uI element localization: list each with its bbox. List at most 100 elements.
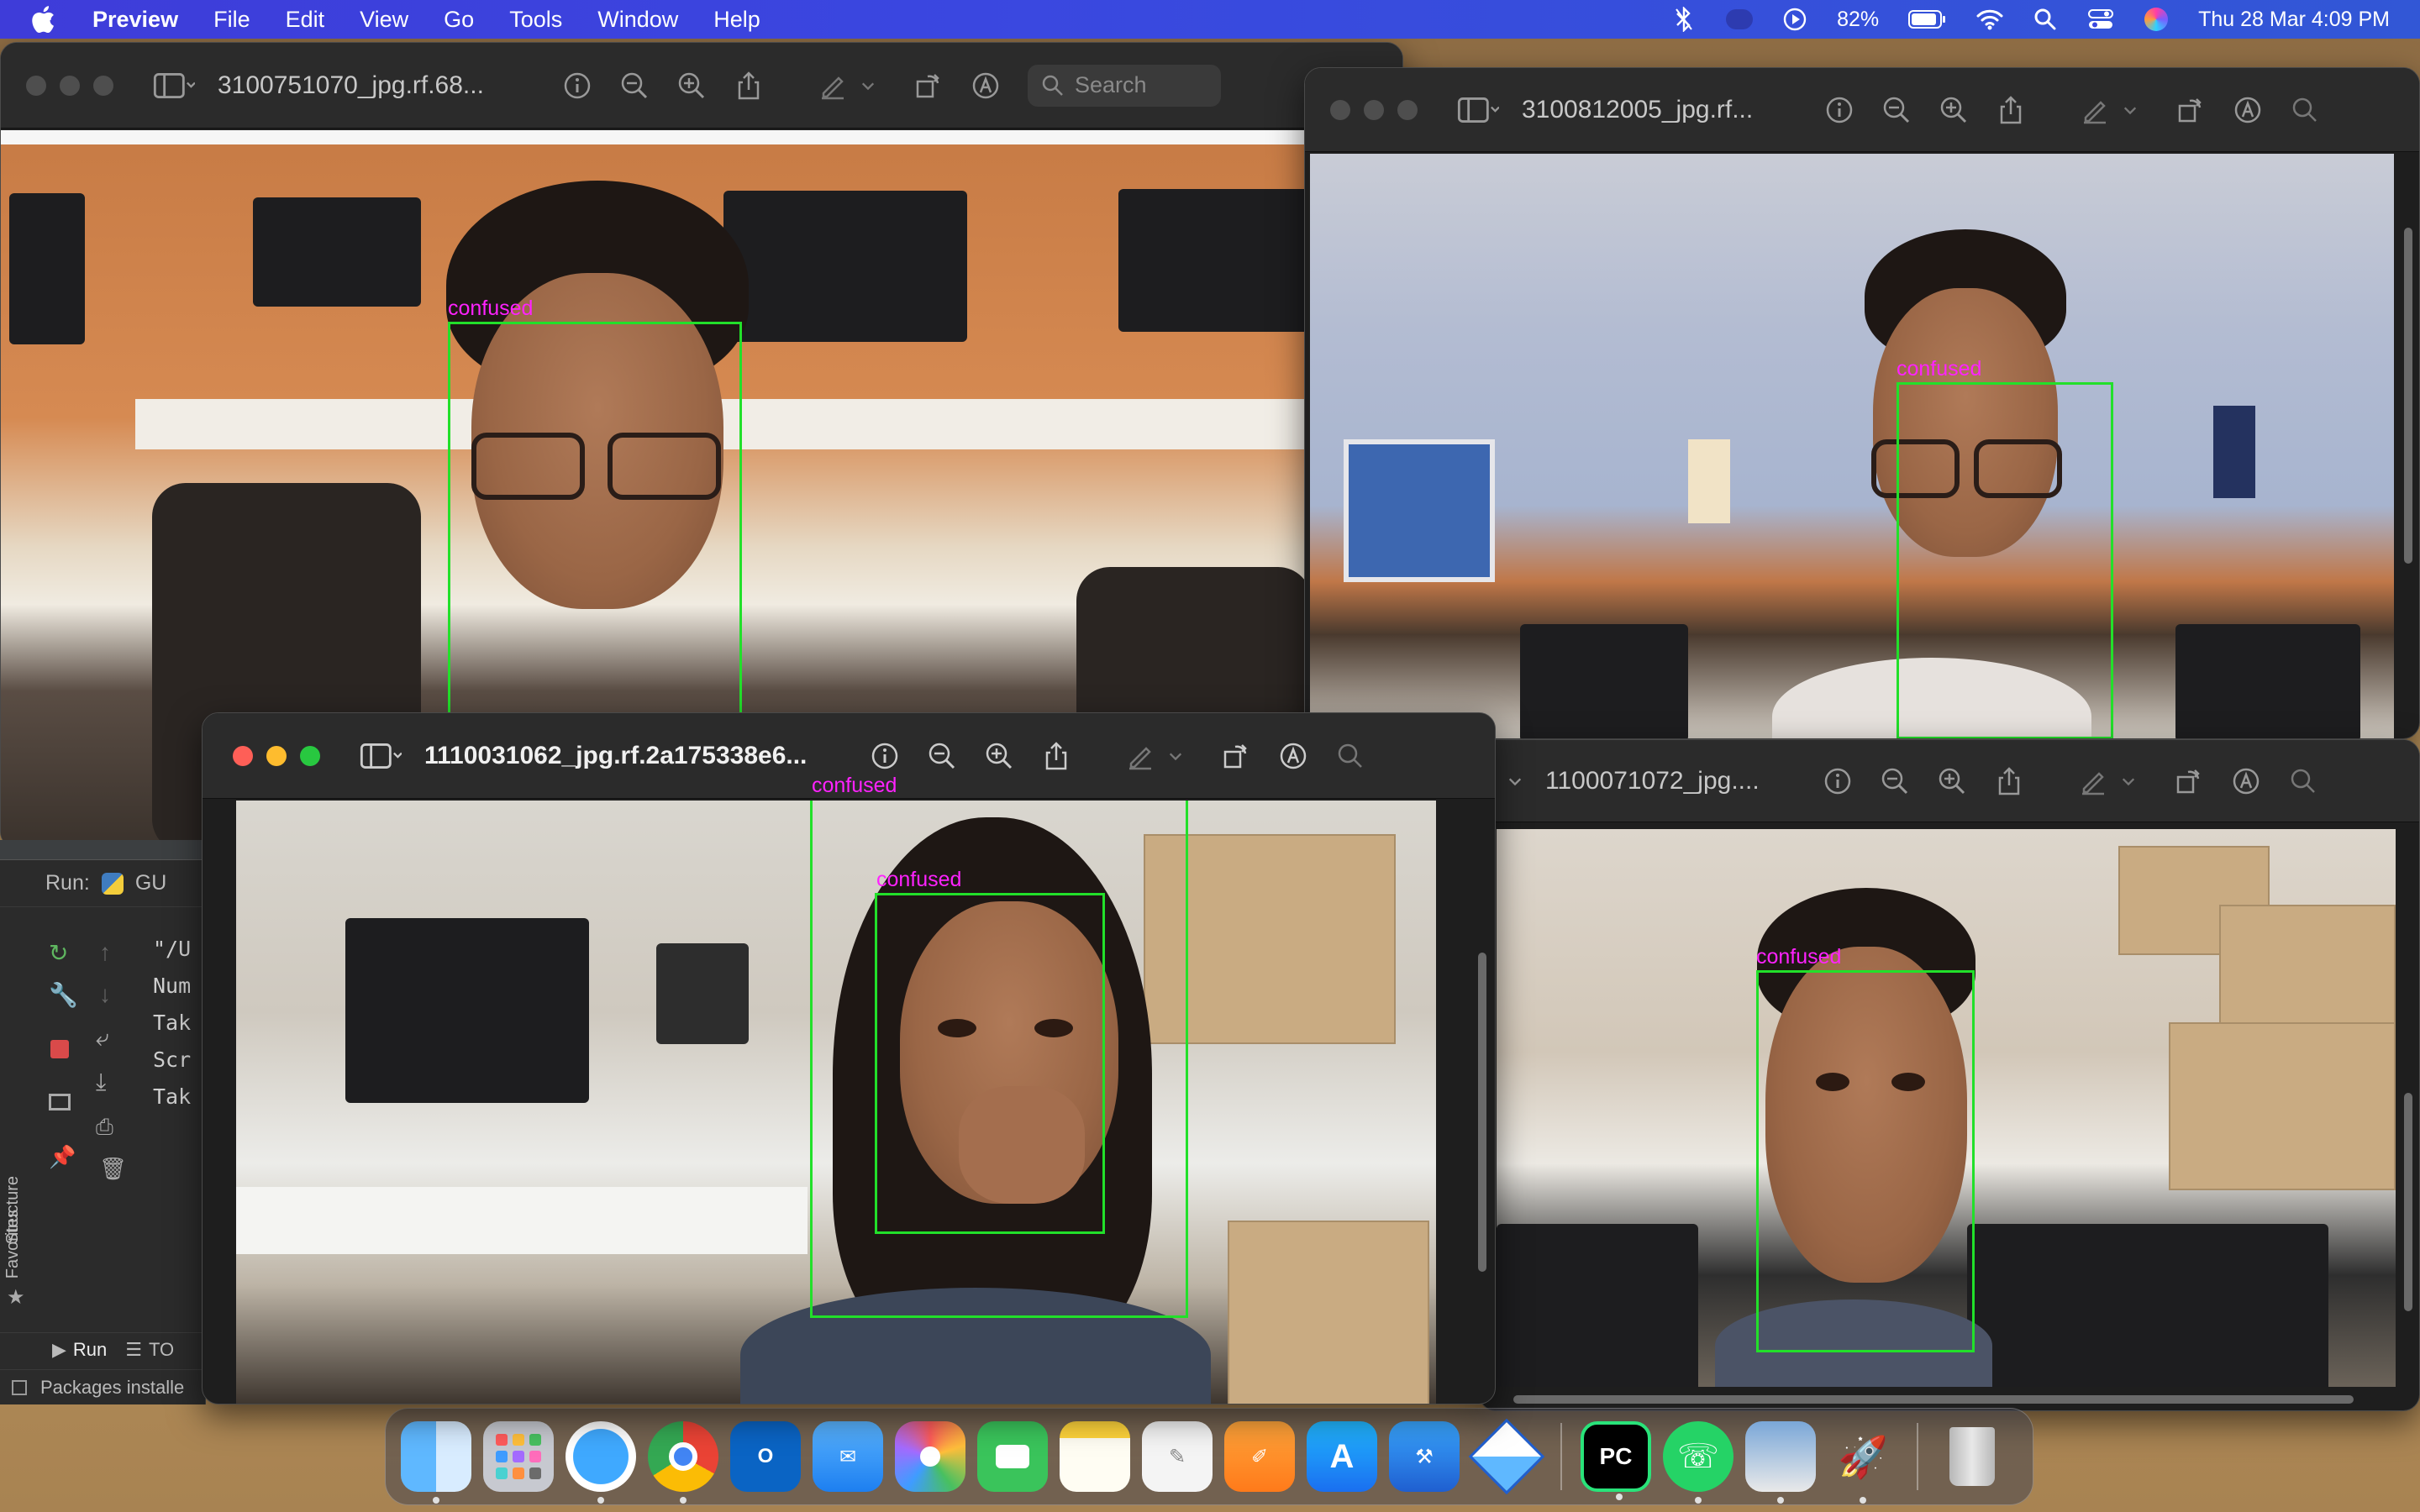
chevron-down-icon[interactable]: [1505, 764, 1525, 798]
info-icon[interactable]: [868, 739, 902, 773]
rotate-icon[interactable]: [912, 69, 945, 102]
soft-wrap-icon[interactable]: ⤶: [96, 1025, 109, 1053]
finder-icon[interactable]: [401, 1421, 471, 1504]
close-button[interactable]: [233, 745, 253, 766]
layout-icon[interactable]: [49, 1094, 71, 1110]
stop-icon[interactable]: [50, 1040, 69, 1058]
zoom-button[interactable]: [93, 75, 113, 96]
menu-go[interactable]: Go: [444, 7, 474, 33]
window-4-titlebar[interactable]: 1100071072_jpg....: [1480, 740, 2419, 822]
wifi-icon[interactable]: [1976, 6, 2003, 33]
launchpad-icon[interactable]: [483, 1421, 554, 1492]
media-play-icon[interactable]: [1781, 6, 1808, 33]
focus-moon-icon[interactable]: [1726, 6, 1754, 33]
markup-pen-icon[interactable]: [816, 69, 850, 102]
sidebar-toggle-icon[interactable]: [150, 69, 197, 102]
pycharm-icon[interactable]: PC: [1581, 1421, 1651, 1500]
chevron-down-icon[interactable]: [2118, 764, 2139, 798]
scroll-to-end-icon[interactable]: ⤓: [96, 1068, 106, 1096]
zoom-out-icon[interactable]: [1878, 764, 1912, 798]
annotate-icon[interactable]: [2229, 764, 2263, 798]
wrench-icon[interactable]: 🔧: [49, 981, 78, 1009]
minimize-button[interactable]: [60, 75, 80, 96]
safari-icon[interactable]: [566, 1421, 636, 1504]
rerun-icon[interactable]: ↻: [49, 939, 68, 967]
apple-menu-icon[interactable]: [30, 5, 64, 34]
photos-icon[interactable]: [895, 1421, 965, 1492]
rotate-icon[interactable]: [2174, 93, 2207, 127]
control-center-icon[interactable]: [2087, 6, 2114, 33]
spotlight-search-icon[interactable]: [2032, 6, 2059, 33]
menu-view[interactable]: View: [360, 7, 408, 33]
siri-icon[interactable]: [2143, 6, 2170, 33]
vertical-scrollbar[interactable]: [2404, 228, 2412, 564]
info-icon[interactable]: [1821, 764, 1854, 798]
sidebar-toggle-icon[interactable]: [1455, 93, 1502, 127]
search-icon[interactable]: [2288, 93, 2322, 127]
close-button[interactable]: [26, 75, 46, 96]
zoom-in-icon[interactable]: [1937, 93, 1970, 127]
print-icon[interactable]: ⎙: [96, 1114, 113, 1141]
search-input[interactable]: [1075, 72, 1201, 98]
chrome-icon[interactable]: [648, 1421, 718, 1504]
zoom-in-icon[interactable]: [675, 69, 708, 102]
share-icon[interactable]: [732, 69, 765, 102]
annotate-icon[interactable]: [2231, 93, 2265, 127]
markup-pen-icon[interactable]: [1123, 739, 1157, 773]
bottom-tab-run[interactable]: Run: [73, 1339, 107, 1361]
menu-tools[interactable]: Tools: [509, 7, 562, 33]
menu-app-preview[interactable]: Preview: [92, 7, 178, 33]
mail-icon[interactable]: ✉: [813, 1421, 883, 1492]
minimize-button[interactable]: [1364, 99, 1384, 120]
zoom-in-icon[interactable]: [982, 739, 1016, 773]
zoom-out-icon[interactable]: [618, 69, 651, 102]
notes-icon[interactable]: [1060, 1421, 1130, 1492]
chevron-down-icon[interactable]: [2120, 93, 2140, 127]
menu-file[interactable]: File: [213, 7, 250, 33]
window-1-titlebar[interactable]: 3100751070_jpg.rf.68...: [1, 43, 1402, 129]
minimize-button[interactable]: [266, 745, 287, 766]
run-config-name[interactable]: GU: [135, 871, 167, 895]
chevron-down-icon[interactable]: [858, 69, 878, 102]
info-icon[interactable]: [1823, 93, 1856, 127]
bottom-tab-todo[interactable]: TO: [149, 1339, 174, 1361]
battery-icon[interactable]: [1907, 6, 1948, 33]
rotate-icon[interactable]: [1219, 739, 1253, 773]
markup-pen-icon[interactable]: [2078, 93, 2112, 127]
search-icon[interactable]: [2286, 764, 2320, 798]
share-icon[interactable]: [1992, 764, 2026, 798]
outlook-icon[interactable]: O: [730, 1421, 801, 1492]
vertical-scrollbar[interactable]: [2404, 1093, 2412, 1311]
pages-icon[interactable]: ✐: [1224, 1421, 1295, 1492]
xcode-icon[interactable]: ⚒: [1389, 1421, 1460, 1492]
annotate-icon[interactable]: [969, 69, 1002, 102]
pin-icon[interactable]: 📌: [49, 1144, 76, 1170]
vertical-scrollbar[interactable]: [1478, 953, 1486, 1272]
menu-window[interactable]: Window: [597, 7, 678, 33]
zoom-in-icon[interactable]: [1935, 764, 1969, 798]
sidebar-toggle-icon[interactable]: [357, 739, 404, 773]
search-icon[interactable]: [1334, 739, 1367, 773]
rotate-icon[interactable]: [2172, 764, 2206, 798]
appstore-icon[interactable]: A: [1307, 1421, 1377, 1492]
zoom-out-icon[interactable]: [1880, 93, 1913, 127]
scroll-up-icon[interactable]: ↑: [99, 939, 111, 966]
side-tab-favorites[interactable]: Favorites: [3, 1210, 23, 1278]
whatsapp-icon[interactable]: ☏: [1663, 1421, 1733, 1504]
menu-edit[interactable]: Edit: [286, 7, 325, 33]
horizontal-scrollbar[interactable]: [1513, 1395, 2354, 1404]
star-icon[interactable]: ★: [7, 1285, 25, 1310]
rocket-icon[interactable]: 🚀: [1828, 1421, 1898, 1504]
bluetooth-off-icon[interactable]: [1670, 6, 1697, 33]
search-field[interactable]: [1028, 64, 1221, 107]
share-icon[interactable]: [1994, 93, 2028, 127]
scroll-down-icon[interactable]: ↓: [99, 981, 111, 1008]
textedit-icon[interactable]: ✎: [1142, 1421, 1213, 1492]
annotate-icon[interactable]: [1276, 739, 1310, 773]
window-2-titlebar[interactable]: 3100812005_jpg.rf...: [1305, 68, 2419, 152]
trash-icon[interactable]: 🗑: [99, 1156, 127, 1182]
zoom-button[interactable]: [1397, 99, 1418, 120]
share-icon[interactable]: [1039, 739, 1073, 773]
preview-icon[interactable]: [1745, 1421, 1816, 1504]
facetime-icon[interactable]: [977, 1421, 1048, 1492]
